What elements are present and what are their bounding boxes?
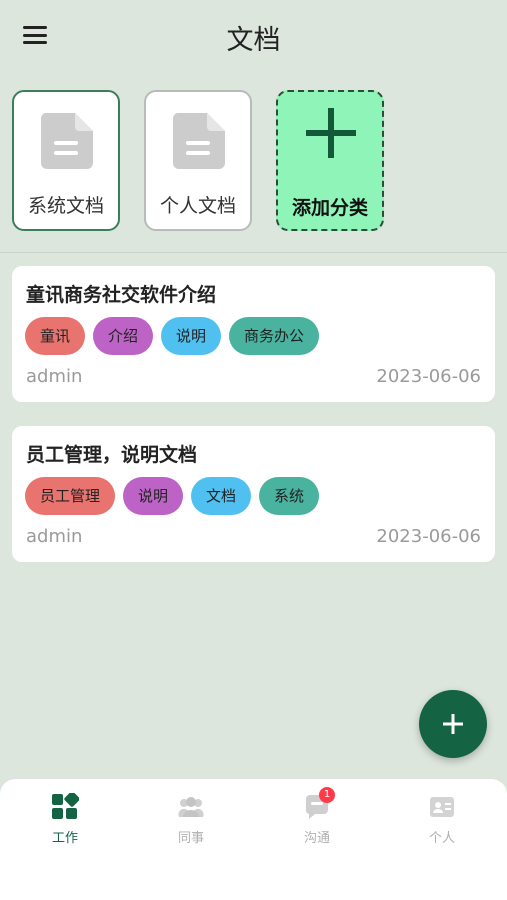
category-label: 个人文档 bbox=[159, 195, 236, 217]
tag-list: 童讯 介绍 说明 商务办公 bbox=[25, 317, 320, 355]
tag: 说明 bbox=[123, 477, 184, 515]
tab-chat[interactable]: 1 沟通 bbox=[277, 787, 357, 846]
tag: 说明 bbox=[161, 317, 222, 355]
colleagues-icon bbox=[177, 793, 205, 821]
document-icon bbox=[173, 113, 225, 169]
category-list: 系统文档 个人文档 添加分类 bbox=[12, 90, 384, 231]
category-label: 系统文档 bbox=[27, 195, 104, 217]
category-system-docs[interactable]: 系统文档 bbox=[12, 90, 120, 231]
add-document-button[interactable] bbox=[419, 690, 487, 758]
document-author: admin bbox=[26, 526, 83, 547]
tab-label: 工作 bbox=[51, 831, 78, 846]
divider bbox=[0, 252, 507, 253]
unread-badge: 1 bbox=[319, 787, 335, 803]
plus-icon bbox=[443, 714, 463, 734]
add-category-button[interactable]: 添加分类 bbox=[276, 90, 384, 231]
tag-list: 员工管理 说明 文档 系统 bbox=[25, 477, 320, 515]
document-card[interactable]: 童讯商务社交软件介绍 童讯 介绍 说明 商务办公 admin 2023-06-0… bbox=[12, 266, 495, 402]
page-title: 文档 bbox=[226, 25, 281, 56]
document-date: 2023-06-06 bbox=[376, 526, 481, 547]
document-title: 员工管理，说明文档 bbox=[26, 444, 198, 466]
tab-profile[interactable]: 个人 bbox=[402, 793, 482, 846]
work-icon bbox=[51, 791, 80, 821]
tag: 童讯 bbox=[25, 317, 86, 355]
tab-label: 同事 bbox=[177, 831, 204, 846]
profile-icon bbox=[428, 793, 456, 821]
tab-label: 沟通 bbox=[303, 831, 330, 846]
app-header: 文档 bbox=[0, 0, 507, 72]
document-author: admin bbox=[26, 366, 83, 387]
document-icon bbox=[41, 113, 93, 169]
chat-icon: 1 bbox=[303, 787, 335, 821]
bottom-tab-bar: 工作 同事 1 沟通 个人 bbox=[0, 778, 507, 900]
tag: 系统 bbox=[259, 477, 320, 515]
tag: 商务办公 bbox=[229, 317, 320, 355]
document-card[interactable]: 员工管理，说明文档 员工管理 说明 文档 系统 admin 2023-06-06 bbox=[12, 426, 495, 562]
plus-icon bbox=[306, 108, 356, 158]
category-label: 添加分类 bbox=[291, 197, 368, 219]
tag: 员工管理 bbox=[25, 477, 116, 515]
tag: 介绍 bbox=[93, 317, 154, 355]
document-date: 2023-06-06 bbox=[376, 366, 481, 387]
tag: 文档 bbox=[191, 477, 252, 515]
tab-colleagues[interactable]: 同事 bbox=[151, 793, 231, 846]
tab-work[interactable]: 工作 bbox=[25, 791, 105, 846]
category-personal-docs[interactable]: 个人文档 bbox=[144, 90, 252, 231]
tab-label: 个人 bbox=[428, 831, 455, 846]
document-title: 童讯商务社交软件介绍 bbox=[26, 284, 217, 306]
